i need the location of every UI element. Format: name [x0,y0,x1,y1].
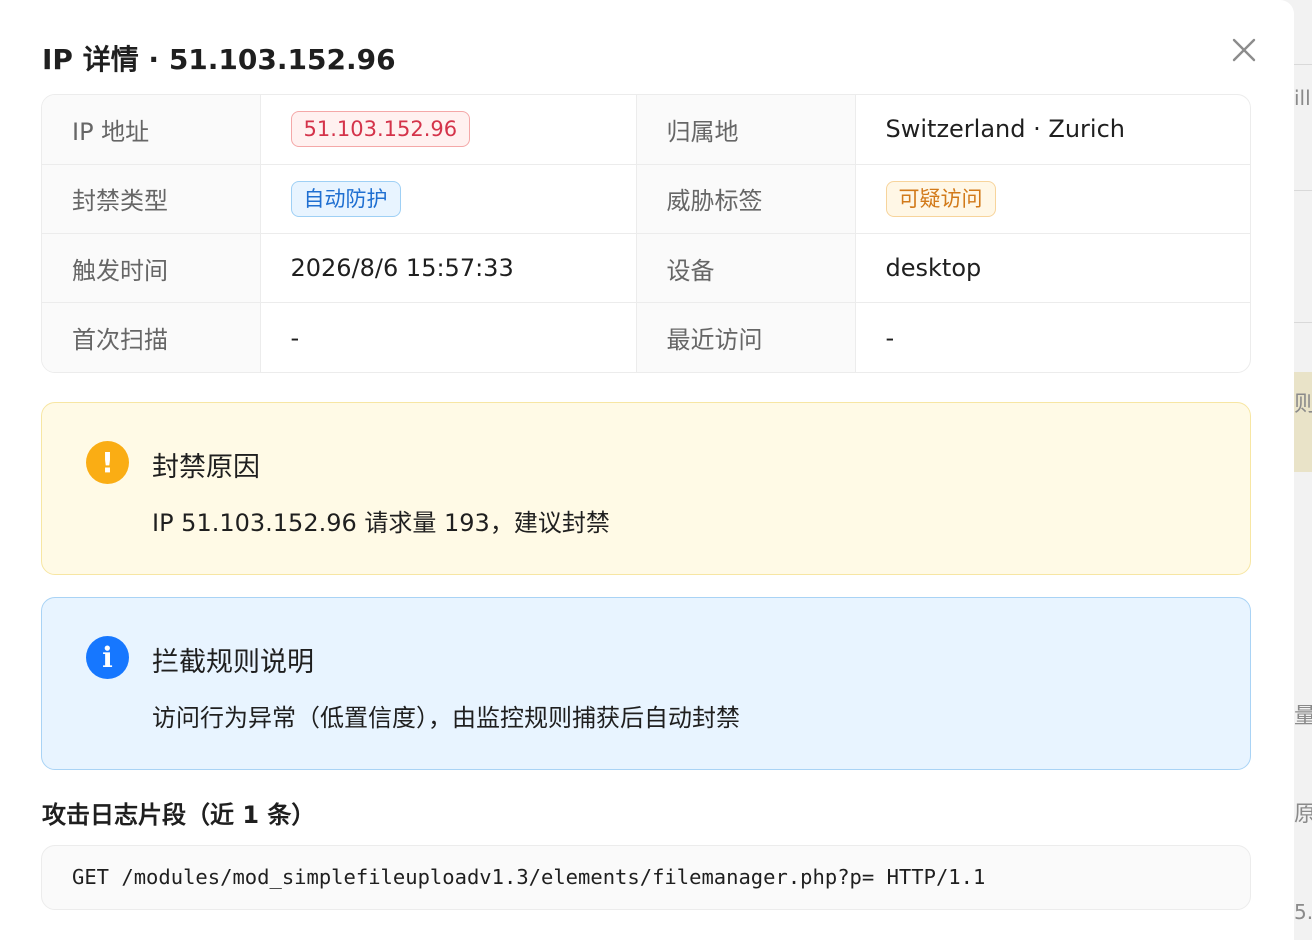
threat-tag-label: 威胁标签 [636,164,856,235]
ban-type-value: 自动防护 [260,164,637,235]
bg-fragment: 5.1 [1294,900,1312,924]
table-row: 首次扫描 - 最近访问 - [42,302,1250,372]
bg-fragment: 则 [1294,392,1312,417]
last-visit-value: - [885,323,895,352]
bg-fragment: 原 [1294,802,1312,827]
ip-address-tag: 51.103.152.96 [290,111,471,148]
bg-fragment: 量么 [1294,704,1312,729]
ip-address-label: IP 地址 [42,95,261,165]
ban-reason-description: IP 51.103.152.96 请求量 193，建议封禁 [152,509,610,537]
rule-info-alert: i 拦截规则说明 访问行为异常（低置信度），由监控规则捕获后自动封禁 [41,597,1251,770]
ban-type-label: 封禁类型 [42,164,261,235]
close-button[interactable] [1226,32,1262,68]
ip-address-value: 51.103.152.96 [260,95,637,165]
threat-tag: 可疑访问 [885,180,996,217]
location-value: Switzerland · Zurich [855,95,1250,165]
table-row: 触发时间 2026/8/6 15:57:33 设备 desktop [42,233,1250,304]
bg-fragment: ill [1294,86,1311,110]
exclamation-circle-icon: ! [86,441,129,484]
rule-info-description: 访问行为异常（低置信度），由监控规则捕获后自动封禁 [152,704,740,732]
last-visit-label: 最近访问 [636,302,856,372]
threat-tag-value: 可疑访问 [855,164,1250,235]
table-row: IP 地址 51.103.152.96 归属地 Switzerland · Zu… [42,95,1250,165]
ban-reason-alert: ! 封禁原因 IP 51.103.152.96 请求量 193，建议封禁 [41,402,1251,575]
attack-log-line: GET /modules/mod_simplefileuploadv1.3/el… [72,865,986,889]
ban-type-tag: 自动防护 [290,180,401,217]
info-circle-icon: i [86,636,129,679]
rule-info-title: 拦截规则说明 [152,647,314,678]
attack-log-box: GET /modules/mod_simplefileuploadv1.3/el… [41,845,1251,910]
ip-detail-modal: IP 详情 · 51.103.152.96 IP 地址 51.103.152.9… [0,0,1294,940]
trigger-time-value: 2026/8/6 15:57:33 [260,233,637,304]
location-label: 归属地 [636,95,856,165]
close-icon [1232,38,1256,62]
modal-title: IP 详情 · 51.103.152.96 [42,43,396,76]
first-scan-value: - [260,302,637,372]
ban-reason-title: 封禁原因 [152,452,260,483]
trigger-time-label: 触发时间 [42,233,261,304]
ip-details-table: IP 地址 51.103.152.96 归属地 Switzerland · Zu… [41,94,1251,373]
device-value: desktop [855,233,1250,304]
first-scan-label: 首次扫描 [42,302,261,372]
table-row: 封禁类型 自动防护 威胁标签 可疑访问 [42,164,1250,235]
attack-log-title: 攻击日志片段（近 1 条） [42,801,316,829]
device-label: 设备 [636,233,856,304]
